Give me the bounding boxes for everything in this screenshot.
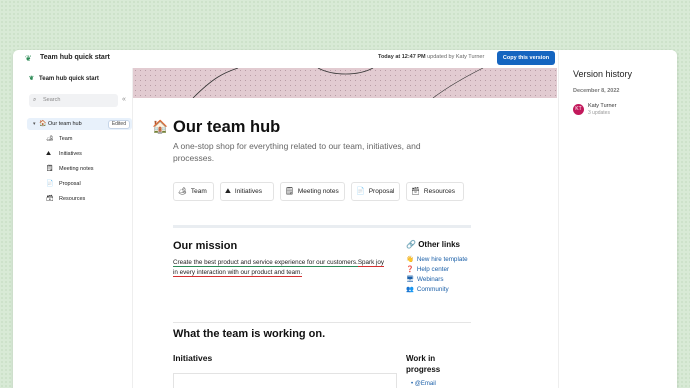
sidebar: ❦ Team hub quick start ⌕ Search « ▾ 🏠 Our… (23, 68, 133, 388)
box-icon: 🗃 (46, 196, 54, 202)
mountain-icon: ⛰ (46, 151, 52, 157)
notes-icon: 🗒 (46, 166, 54, 172)
sidebar-item-resources[interactable]: 🗃 Resources (27, 193, 132, 205)
document-icon: 📄 (46, 181, 54, 187)
wip-heading: Work in progress (406, 354, 441, 374)
search-input[interactable]: ⌕ Search (29, 94, 118, 107)
mountain-icon: ⛰ (225, 188, 231, 195)
nav-button-resources[interactable]: 🗃 Resources (406, 182, 464, 201)
link-label: Webinars (417, 276, 444, 283)
copy-version-button[interactable]: Copy this version (497, 51, 555, 65)
sidebar-workspace[interactable]: ❦ Team hub quick start (29, 75, 99, 82)
app-window: ❦ Team hub quick start Today at 12:47 PM… (13, 50, 677, 388)
monitor-icon: 🖥 (406, 276, 414, 283)
link-label: Community (416, 286, 449, 293)
working-on-heading: What the team is working on. (173, 328, 326, 340)
nav-button-label: Team (190, 188, 207, 195)
nav-button-proposal[interactable]: 📄 Proposal (351, 182, 400, 201)
sidebar-item-label: Initiatives (59, 151, 82, 157)
page-title: Our team hub (173, 118, 281, 136)
question-icon: ❓ (406, 266, 414, 273)
nav-button-label: Resources (423, 188, 455, 195)
section-divider (173, 225, 471, 228)
version-history-panel: Version history December 8, 2022 KT Katy… (558, 50, 677, 388)
nav-button-label: Initiatives (234, 188, 262, 195)
avatar: KT (573, 104, 584, 115)
page-subtitle: A one-stop shop for everything related t… (173, 141, 421, 163)
initiatives-board (173, 373, 397, 388)
sidebar-item-label: Proposal (59, 181, 81, 187)
house-icon: 🏠 (39, 121, 47, 127)
link-help-center[interactable]: ❓ Help center (406, 265, 468, 275)
page-content: 🏠 Our team hub A one-stop shop for every… (133, 68, 557, 388)
sidebar-item-our-team-hub[interactable]: ▾ 🏠 Our team hub Edited (27, 118, 132, 130)
link-new-hire-template[interactable]: 👋 New hire template (406, 255, 468, 265)
version-meta: Today at 12:47 PM updated by Katy Turner (378, 54, 484, 60)
document-icon: 📄 (356, 188, 365, 195)
nav-button-label: Proposal (368, 188, 395, 195)
double-chevron-left-icon[interactable]: « (122, 96, 126, 103)
sidebar-item-label: Resources (59, 196, 86, 202)
team-icon: 🏕 (46, 136, 54, 142)
wave-hand-icon: 👋 (406, 256, 414, 263)
mission-text[interactable]: Create the best product and service expe… (173, 258, 388, 278)
version-author-name[interactable]: Katy Turner (588, 103, 616, 109)
link-icon: 🔗 (406, 240, 416, 249)
version-author: updated by Katy Turner (427, 54, 485, 60)
link-community[interactable]: 👥 Community (406, 285, 468, 295)
sidebar-item-proposal[interactable]: 📄 Proposal (27, 178, 132, 190)
wip-item-label: @Email (414, 381, 436, 387)
link-label: New hire template (416, 256, 468, 263)
sidebar-item-label: Meeting notes (59, 166, 94, 172)
wip-item[interactable]: • @Email (411, 381, 436, 387)
nav-button-label: Meeting notes (297, 188, 339, 195)
mission-heading: Our mission (173, 240, 238, 252)
divider (173, 322, 471, 323)
window-title: Team hub quick start (40, 54, 110, 61)
version-updates: 3 updates (588, 110, 610, 116)
sidebar-item-label: Team (59, 136, 73, 142)
link-label: Help center (416, 266, 450, 273)
version-time: Today at 12:47 PM (378, 54, 426, 60)
house-icon: 🏠 (152, 119, 169, 134)
top-bar: ❦ Team hub quick start Today at 12:47 PM… (13, 50, 564, 67)
cover-sketch (192, 68, 484, 98)
version-date: December 8, 2022 (573, 88, 620, 94)
sidebar-item-team[interactable]: 🏕 Team (27, 133, 132, 145)
mission-text-1: Create the best product and service expe… (173, 259, 358, 267)
sidebar-title: Team hub quick start (39, 76, 99, 82)
notes-icon: 🗒 (285, 188, 294, 195)
link-webinars[interactable]: 🖥 Webinars (406, 275, 468, 285)
box-icon: 🗃 (411, 188, 420, 195)
team-icon: 🏕 (178, 188, 187, 195)
search-placeholder: Search (43, 97, 61, 103)
initiatives-heading: Initiatives (173, 353, 213, 363)
nav-button-initiatives[interactable]: ⛰ Initiatives (220, 182, 274, 201)
other-links-heading-label: Other links (418, 240, 460, 249)
other-links-list: 👋 New hire template ❓ Help center 🖥 Webinar… (406, 255, 468, 295)
cover-image (133, 68, 557, 98)
leaf-icon: ❦ (25, 54, 32, 63)
other-links-heading: 🔗 Other links (406, 240, 460, 249)
version-history-title: Version history (573, 69, 633, 79)
chevron-down-icon[interactable]: ▾ (33, 118, 36, 130)
people-icon: 👥 (406, 286, 414, 293)
nav-button-meeting-notes[interactable]: 🗒 Meeting notes (280, 182, 345, 201)
sidebar-item-meeting-notes[interactable]: 🗒 Meeting notes (27, 163, 132, 175)
sidebar-item-initiatives[interactable]: ⛰ Initiatives (27, 148, 132, 160)
sidebar-item-label: Our team hub (48, 121, 82, 127)
nav-button-team[interactable]: 🏕 Team (173, 182, 214, 201)
edited-badge: Edited (107, 120, 130, 129)
leaf-icon: ❦ (29, 76, 35, 82)
search-icon: ⌕ (33, 97, 37, 103)
